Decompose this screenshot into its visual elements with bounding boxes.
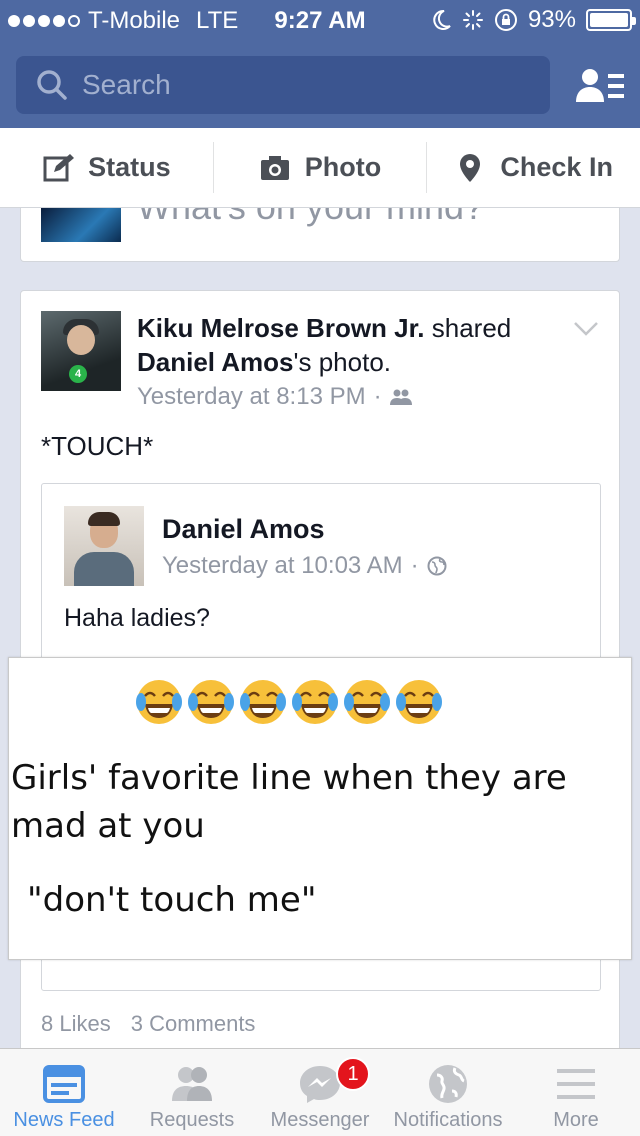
meme-text-line1: Girls' favorite line when they are mad a… — [11, 758, 567, 846]
checkin-button[interactable]: Check In — [426, 142, 640, 193]
post-timestamp[interactable]: Yesterday at 8:13 PM — [137, 383, 366, 411]
status-bar: T-Mobile LTE 9:27 AM 93% — [0, 0, 640, 40]
crying-laughing-emoji-icon — [396, 680, 442, 724]
chevron-down-icon[interactable] — [573, 321, 599, 337]
rotation-lock-icon — [494, 9, 517, 31]
crying-laughing-emoji-icon — [292, 680, 338, 724]
tab-label: Requests — [149, 1109, 235, 1131]
globe-icon — [427, 556, 447, 576]
tab-label: More — [553, 1109, 599, 1131]
shared-post-meta: Yesterday at 10:03 AM · — [162, 552, 447, 580]
status-label: Status — [88, 152, 171, 182]
battery-icon — [586, 9, 636, 31]
profile-thumbnail — [41, 208, 121, 242]
meta-separator: · — [373, 383, 382, 410]
tab-label: Notifications — [393, 1109, 503, 1131]
crying-laughing-emoji-icon — [136, 680, 182, 724]
shared-caption: Haha ladies? — [64, 604, 210, 632]
emoji-row — [133, 676, 445, 728]
friends-list-icon[interactable] — [576, 66, 626, 106]
camera-icon — [260, 155, 289, 180]
menu-icon — [557, 1069, 595, 1099]
activity-icon — [462, 10, 483, 30]
search-input[interactable]: Search — [16, 56, 550, 114]
status-composer-card[interactable]: What's on your mind? — [20, 208, 620, 262]
crying-laughing-emoji-icon — [240, 680, 286, 724]
comments-count[interactable]: 3 Comments — [131, 1011, 256, 1037]
location-pin-icon — [460, 153, 481, 182]
crying-laughing-emoji-icon — [344, 680, 390, 724]
search-placeholder: Search — [82, 69, 171, 100]
globe-notifications-icon — [429, 1065, 467, 1103]
tab-notifications[interactable]: Notifications — [384, 1049, 512, 1136]
photo-button[interactable]: Photo — [212, 142, 427, 193]
likes-count[interactable]: 8 Likes — [41, 1011, 111, 1037]
post-stats: 8 Likes 3 Comments — [41, 1011, 255, 1037]
bottom-tab-bar: News Feed Requests 1 Messenger Notificat… — [0, 1048, 640, 1136]
composer-bar: Status Photo Check In — [0, 128, 640, 208]
status-button[interactable]: Status — [0, 128, 213, 207]
search-icon — [37, 70, 67, 100]
post-meta: Yesterday at 8:13 PM · — [137, 383, 412, 411]
tab-label: Messenger — [270, 1109, 370, 1131]
tab-label: News Feed — [13, 1109, 115, 1131]
shared-image[interactable]: Girls' favorite line when they are mad a… — [8, 657, 632, 960]
crying-laughing-emoji-icon — [188, 680, 234, 724]
meme-text-line2: "don't touch me" — [27, 880, 317, 920]
tab-more[interactable]: More — [512, 1049, 640, 1136]
shared-owner-name[interactable]: Daniel Amos — [137, 347, 294, 377]
moon-icon — [433, 9, 451, 30]
shared-timestamp[interactable]: Yesterday at 10:03 AM — [162, 552, 403, 580]
shared-suffix: 's photo. — [293, 347, 392, 377]
top-header: T-Mobile LTE 9:27 AM 93% Search — [0, 0, 640, 128]
shared-author-name[interactable]: Daniel Amos — [162, 514, 325, 545]
checkin-label: Check In — [500, 152, 613, 182]
tab-requests[interactable]: Requests — [128, 1049, 256, 1136]
tab-messenger[interactable]: 1 Messenger — [256, 1049, 384, 1136]
author-name[interactable]: Kiku Melrose Brown Jr. — [137, 313, 425, 343]
edit-icon — [43, 153, 75, 181]
photo-label: Photo — [304, 152, 382, 182]
battery-percent: 93% — [527, 6, 576, 33]
composer-prompt: What's on your mind? — [137, 208, 484, 228]
news-feed-icon — [43, 1065, 85, 1103]
friend-requests-icon — [172, 1067, 212, 1101]
post-action: shared — [424, 313, 512, 343]
post-header: Kiku Melrose Brown Jr. shared Daniel Amo… — [137, 311, 567, 379]
shared-author-avatar[interactable] — [64, 506, 144, 586]
friends-audience-icon — [389, 389, 412, 405]
post-message: *TOUCH* — [41, 431, 154, 461]
author-avatar[interactable]: 4 — [41, 311, 121, 391]
tab-news-feed[interactable]: News Feed — [0, 1049, 128, 1136]
shared-separator: · — [410, 552, 419, 579]
status-right: 93% — [432, 6, 636, 34]
messenger-badge: 1 — [336, 1057, 370, 1091]
